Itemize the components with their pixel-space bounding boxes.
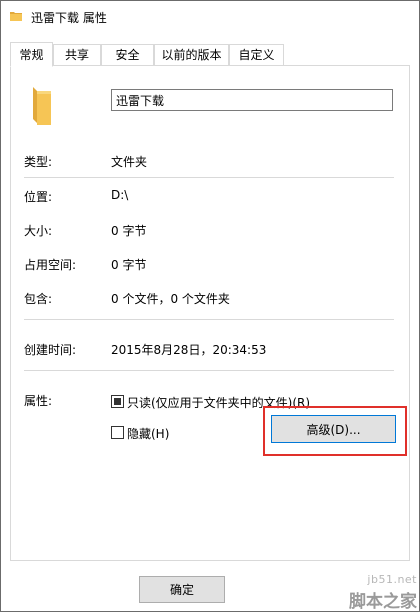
ok-button[interactable]: 确定: [139, 576, 225, 603]
indeterminate-mark-icon: [114, 398, 121, 405]
divider: [24, 370, 394, 371]
watermark-url: jb51.net: [367, 573, 417, 586]
readonly-checkbox[interactable]: [111, 395, 124, 408]
folder-name-field[interactable]: [111, 89, 393, 111]
window-title: 迅雷下载 属性: [31, 11, 107, 25]
tab-customize[interactable]: 自定义: [229, 44, 284, 65]
watermark: jb51.net 脚本之家: [349, 573, 420, 613]
type-label: 类型:: [24, 155, 53, 169]
hidden-checkbox[interactable]: [111, 426, 124, 439]
highlight-annotation: [263, 406, 407, 456]
type-value: 文件夹: [111, 155, 148, 169]
contains-label: 包含:: [24, 292, 53, 306]
divider: [24, 319, 394, 320]
location-value: D:\: [111, 188, 129, 202]
size-on-disk-value: 0 字节: [111, 258, 147, 272]
tab-previous-versions[interactable]: 以前的版本: [154, 44, 229, 65]
created-value: 2015年8月28日，20:34:53: [111, 343, 267, 357]
title-bar[interactable]: 迅雷下载 属性: [1, 1, 419, 31]
tab-strip: 常规 共享 安全 以前的版本 自定义: [10, 42, 410, 67]
tab-general[interactable]: 常规: [10, 42, 53, 67]
attributes-label: 属性:: [24, 394, 53, 408]
watermark-brand: 脚本之家: [349, 592, 417, 612]
size-on-disk-label: 占用空间:: [24, 258, 77, 272]
hidden-label[interactable]: 隐藏(H): [127, 425, 169, 442]
tab-sharing[interactable]: 共享: [53, 44, 101, 65]
divider: [24, 177, 394, 178]
location-label: 位置:: [24, 190, 53, 204]
tab-security[interactable]: 安全: [101, 44, 154, 65]
properties-window: 迅雷下载 属性 常规 共享 安全 以前的版本 自定义 类型: 文件夹 位置: D…: [0, 0, 420, 612]
folder-icon: [10, 10, 22, 22]
general-panel: [10, 65, 410, 561]
created-label: 创建时间:: [24, 343, 77, 357]
size-label: 大小:: [24, 224, 53, 238]
folder-large-icon: [31, 85, 53, 129]
contains-value: 0 个文件，0 个文件夹: [111, 292, 230, 306]
size-value: 0 字节: [111, 224, 147, 238]
